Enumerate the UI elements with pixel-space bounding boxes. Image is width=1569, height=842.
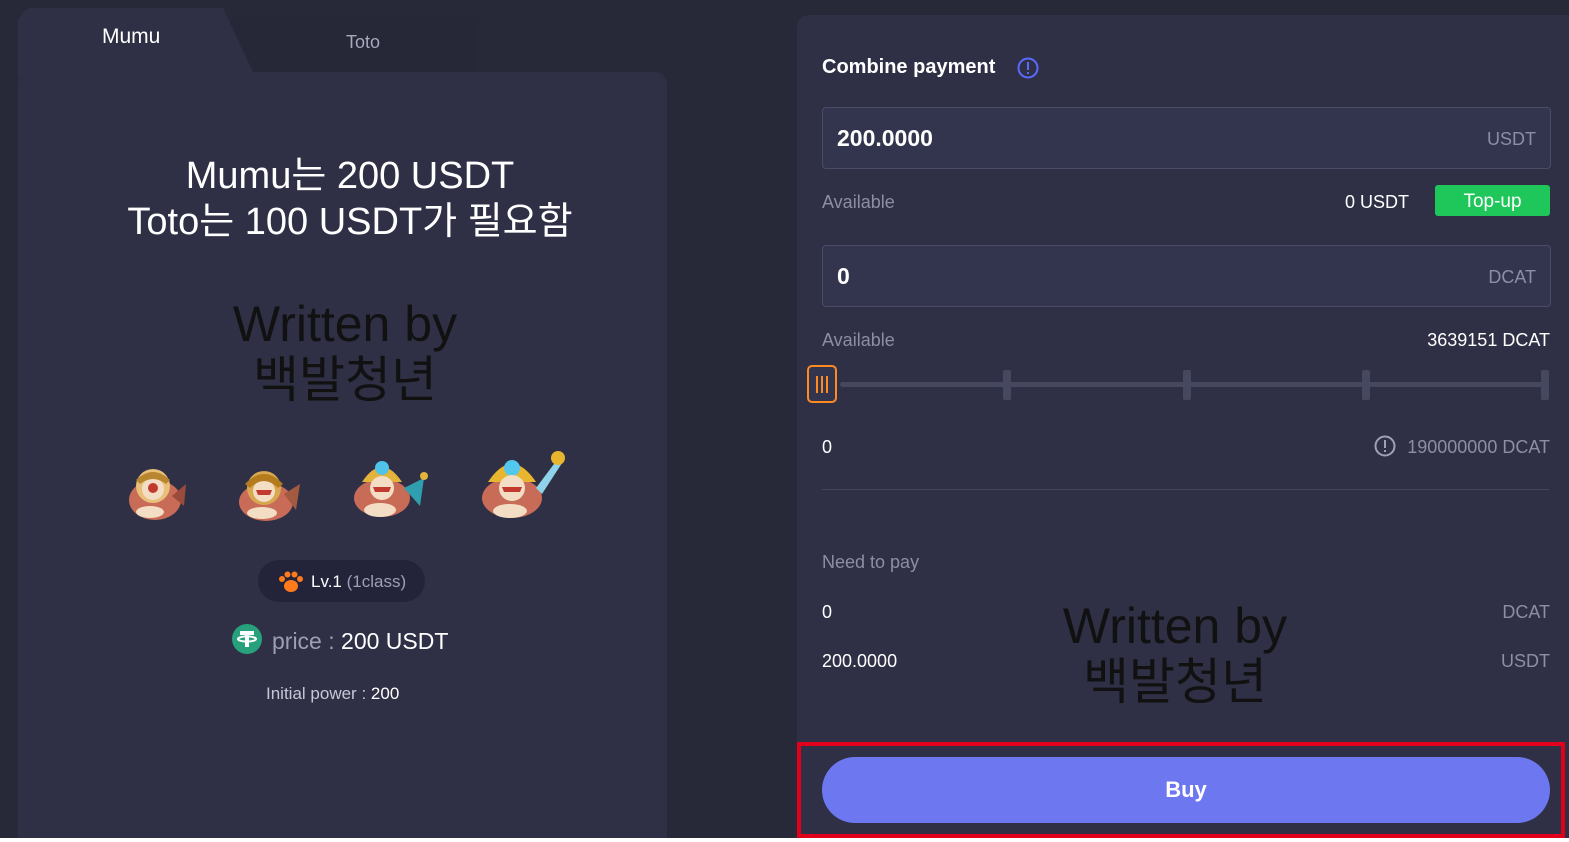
watermark-line-2: 백발청년: [1083, 654, 1267, 710]
dcat-amount-input[interactable]: 0 DCAT: [822, 245, 1551, 307]
watermark-line-1: Written by: [232, 296, 458, 352]
character-stage-1-image: [129, 469, 186, 520]
tether-icon: [232, 624, 262, 654]
need-to-pay-dcat-value: 0: [822, 602, 833, 622]
usdt-available-label: Available: [822, 192, 895, 212]
level-label: Lv.1: [311, 572, 342, 591]
price-line: price : 200 USDT: [272, 628, 448, 655]
dcat-unit: DCAT: [1488, 267, 1536, 287]
dcat-slider-track[interactable]: [840, 382, 1548, 387]
character-stage-3-image: [354, 461, 428, 517]
info-icon[interactable]: [1017, 57, 1039, 79]
slider-tick[interactable]: [1183, 370, 1191, 400]
annotation-line-1: Mumu는 200 USDT: [185, 155, 515, 197]
annotation-note: Mumu는 200 USDT Toto는 100 USDT가 필요함: [90, 153, 610, 245]
power-value: 200: [370, 684, 400, 703]
dcat-available-label: Available: [822, 330, 895, 350]
tab-toto-label[interactable]: Toto: [346, 32, 380, 53]
watermark-right: Written by 백발청년: [1030, 598, 1320, 710]
buy-button[interactable]: Buy: [822, 757, 1550, 823]
need-to-pay-dcat-unit: DCAT: [1502, 602, 1550, 622]
character-stage-4-image: [482, 451, 565, 518]
slider-max-label: 190000000 DCAT: [1407, 437, 1550, 457]
need-to-pay-usdt-unit: USDT: [1501, 651, 1550, 671]
power-label: Initial power: [266, 684, 357, 703]
level-class: (1class): [346, 572, 407, 591]
top-up-button[interactable]: Top-up: [1435, 185, 1550, 216]
power-separator: :: [361, 684, 367, 703]
level-text: Lv.1 (1class): [311, 572, 406, 592]
need-to-pay-usdt-value: 200.0000: [822, 651, 898, 671]
initial-power-line: Initial power : 200: [266, 684, 399, 704]
need-to-pay-label: Need to pay: [822, 552, 920, 572]
usdt-available-value: 0 USDT: [1344, 192, 1409, 212]
price-label: price: [272, 628, 322, 654]
tab-mumu-label[interactable]: Mumu: [102, 25, 160, 49]
watermark-line-1: Written by: [1062, 598, 1288, 654]
paw-icon: [279, 571, 303, 592]
price-value: 200 USDT: [341, 628, 449, 654]
divider: [822, 489, 1549, 490]
watermark-line-2: 백발청년: [253, 352, 437, 408]
slider-tick[interactable]: [1541, 370, 1549, 400]
slider-min-label: 0: [822, 437, 833, 457]
character-stage-2-image: [239, 471, 300, 521]
alert-icon[interactable]: [1374, 435, 1396, 457]
combine-payment-title: Combine payment: [822, 56, 996, 78]
annotation-line-2: Toto는 100 USDT가 필요함: [127, 201, 573, 243]
dcat-slider-handle[interactable]: [807, 365, 837, 403]
slider-tick[interactable]: [1362, 370, 1370, 400]
usdt-amount-input[interactable]: 200.0000 USDT: [822, 107, 1551, 169]
watermark-left: Written by 백발청년: [200, 296, 490, 408]
slider-tick[interactable]: [1003, 370, 1011, 400]
dcat-available-value: 3639151 DCAT: [1427, 330, 1550, 350]
price-separator: :: [328, 628, 335, 654]
dcat-amount-value[interactable]: 0: [837, 263, 850, 290]
usdt-amount-value[interactable]: 200.0000: [837, 125, 933, 152]
usdt-unit: USDT: [1487, 129, 1536, 149]
